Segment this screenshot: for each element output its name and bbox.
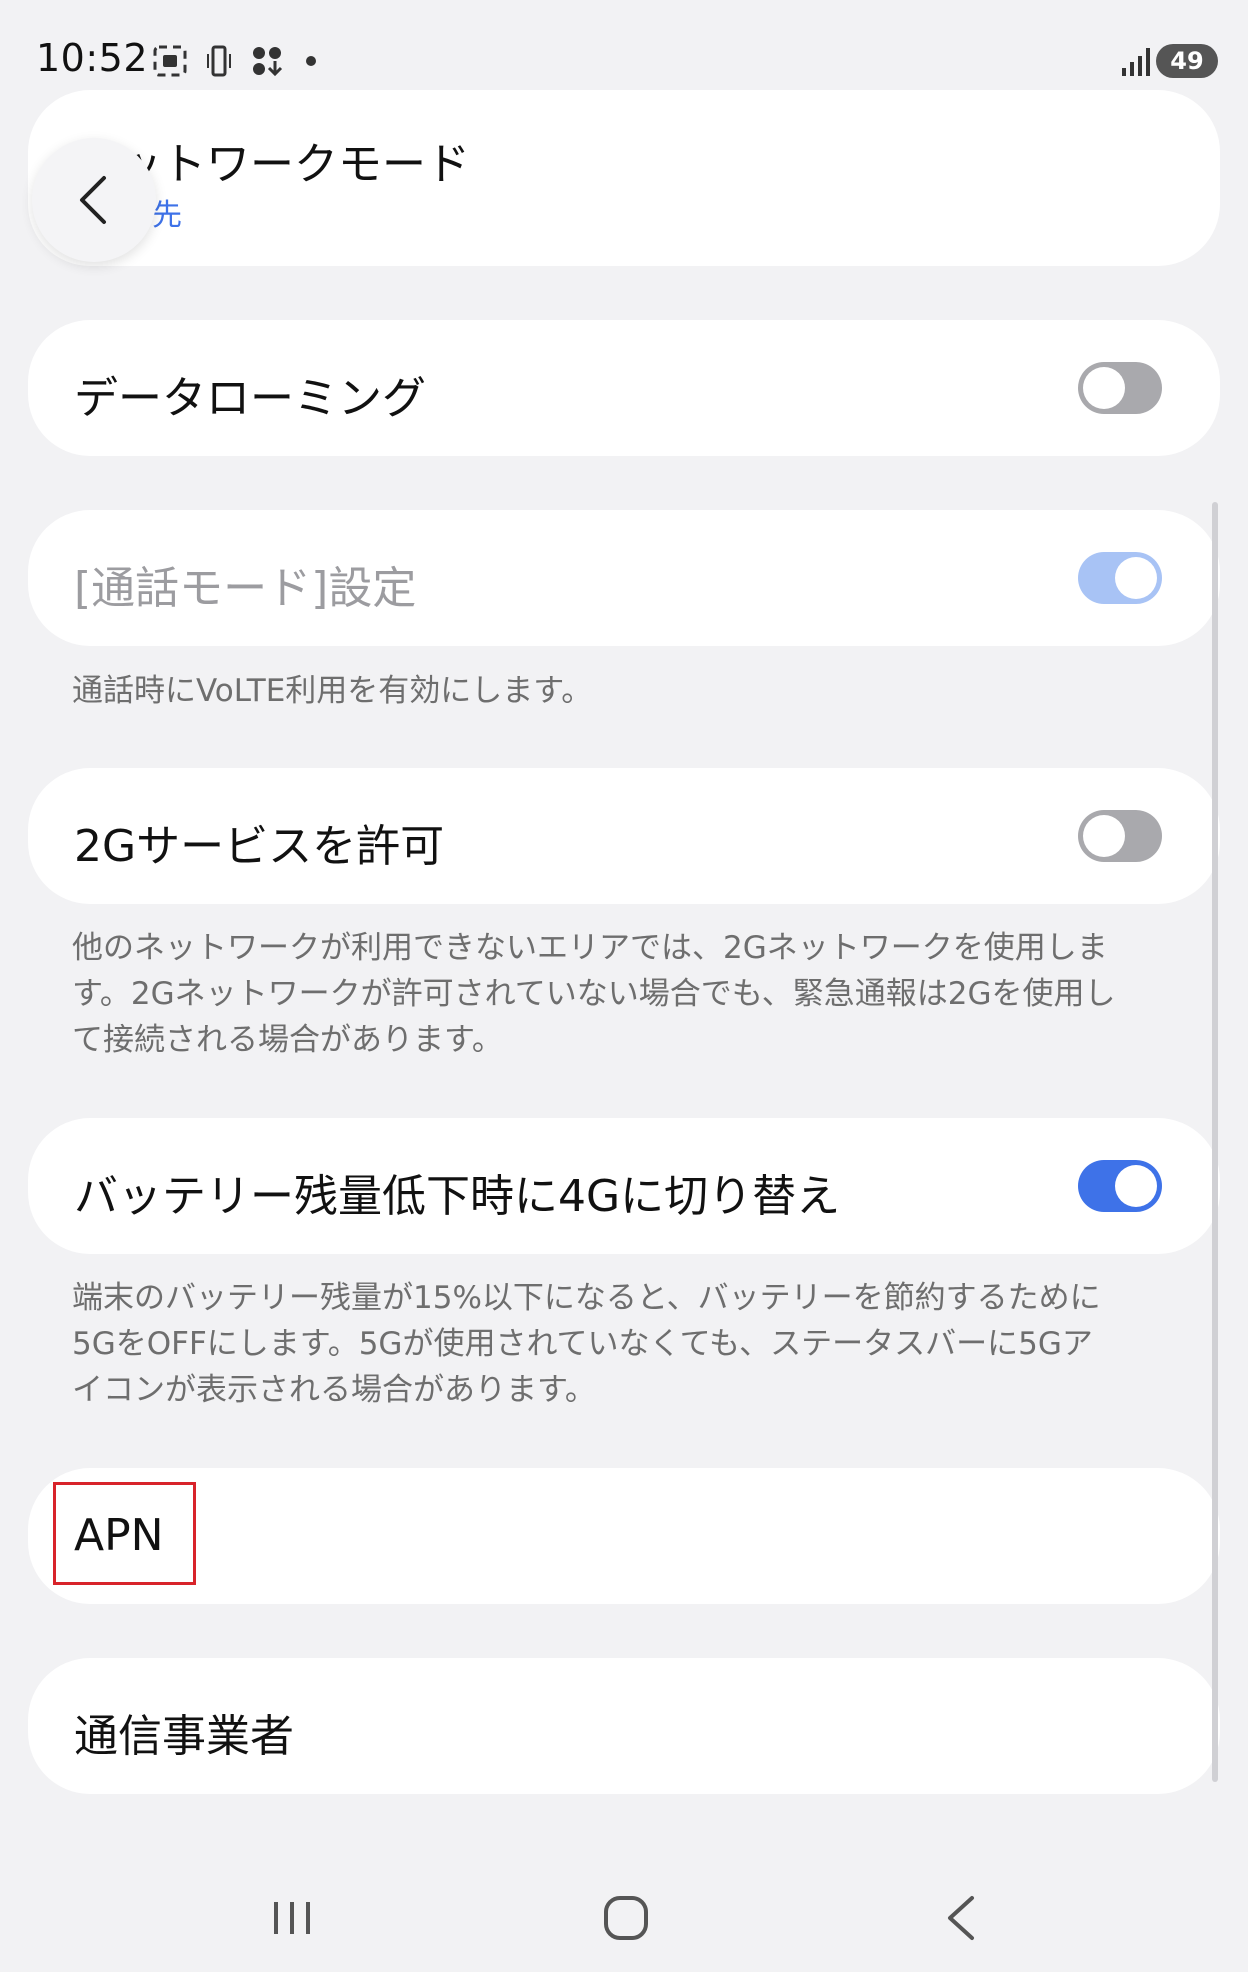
recent-apps-button[interactable] [262,1888,322,1948]
chevron-left-icon [80,176,106,224]
allow-2g-toggle[interactable] [1078,810,1162,862]
allow-2g-row[interactable]: 2Gサービスを許可 [28,768,1220,904]
apps-download-icon [253,47,283,77]
call-mode-row[interactable]: [通話モード]設定 [28,510,1220,646]
data-roaming-toggle[interactable] [1078,362,1162,414]
call-mode-description: 通話時にVoLTE利用を有効にします。 [72,673,593,709]
network-mode-subtitle: 先 [152,198,182,233]
clock: 10:52 [36,36,149,80]
back-nav-button[interactable] [932,1888,992,1948]
scrollbar[interactable] [1212,502,1218,1782]
apn-highlight-box [53,1482,196,1585]
network-mode-card[interactable]: ネットワークモード 先 [28,90,1220,266]
apn-row[interactable]: APN [28,1468,1220,1604]
switch-4g-toggle[interactable] [1078,1160,1162,1212]
carrier-row[interactable]: 通信事業者 [28,1658,1220,1794]
signal-icon [1122,48,1150,76]
switch-4g-description: 端末のバッテリー残量が15%以下になると、バッテリーを節約するために 5GをOF… [72,1280,1101,1408]
data-roaming-label: データローミング [74,373,426,424]
battery-indicator: 49 [1156,44,1218,78]
navigation-bar [0,1860,1248,1972]
data-roaming-row[interactable]: データローミング [28,320,1220,456]
allow-2g-description: 他のネットワークが利用できないエリアでは、2Gネットワークを使用しま す。2Gネ… [72,930,1116,1058]
switch-4g-label: バッテリー残量低下時に4Gに切り替え [74,1171,841,1222]
carrier-label: 通信事業者 [74,1711,294,1762]
home-button[interactable] [596,1888,656,1948]
call-mode-toggle[interactable] [1078,552,1162,604]
notification-dot-icon [306,56,316,66]
allow-2g-label: 2Gサービスを許可 [74,821,445,872]
back-button[interactable] [32,138,156,262]
call-mode-label: [通話モード]設定 [74,563,417,614]
switch-4g-row[interactable]: バッテリー残量低下時に4Gに切り替え [28,1118,1220,1254]
phone-vibrate-icon [207,45,231,77]
screenshot-icon [153,45,187,77]
